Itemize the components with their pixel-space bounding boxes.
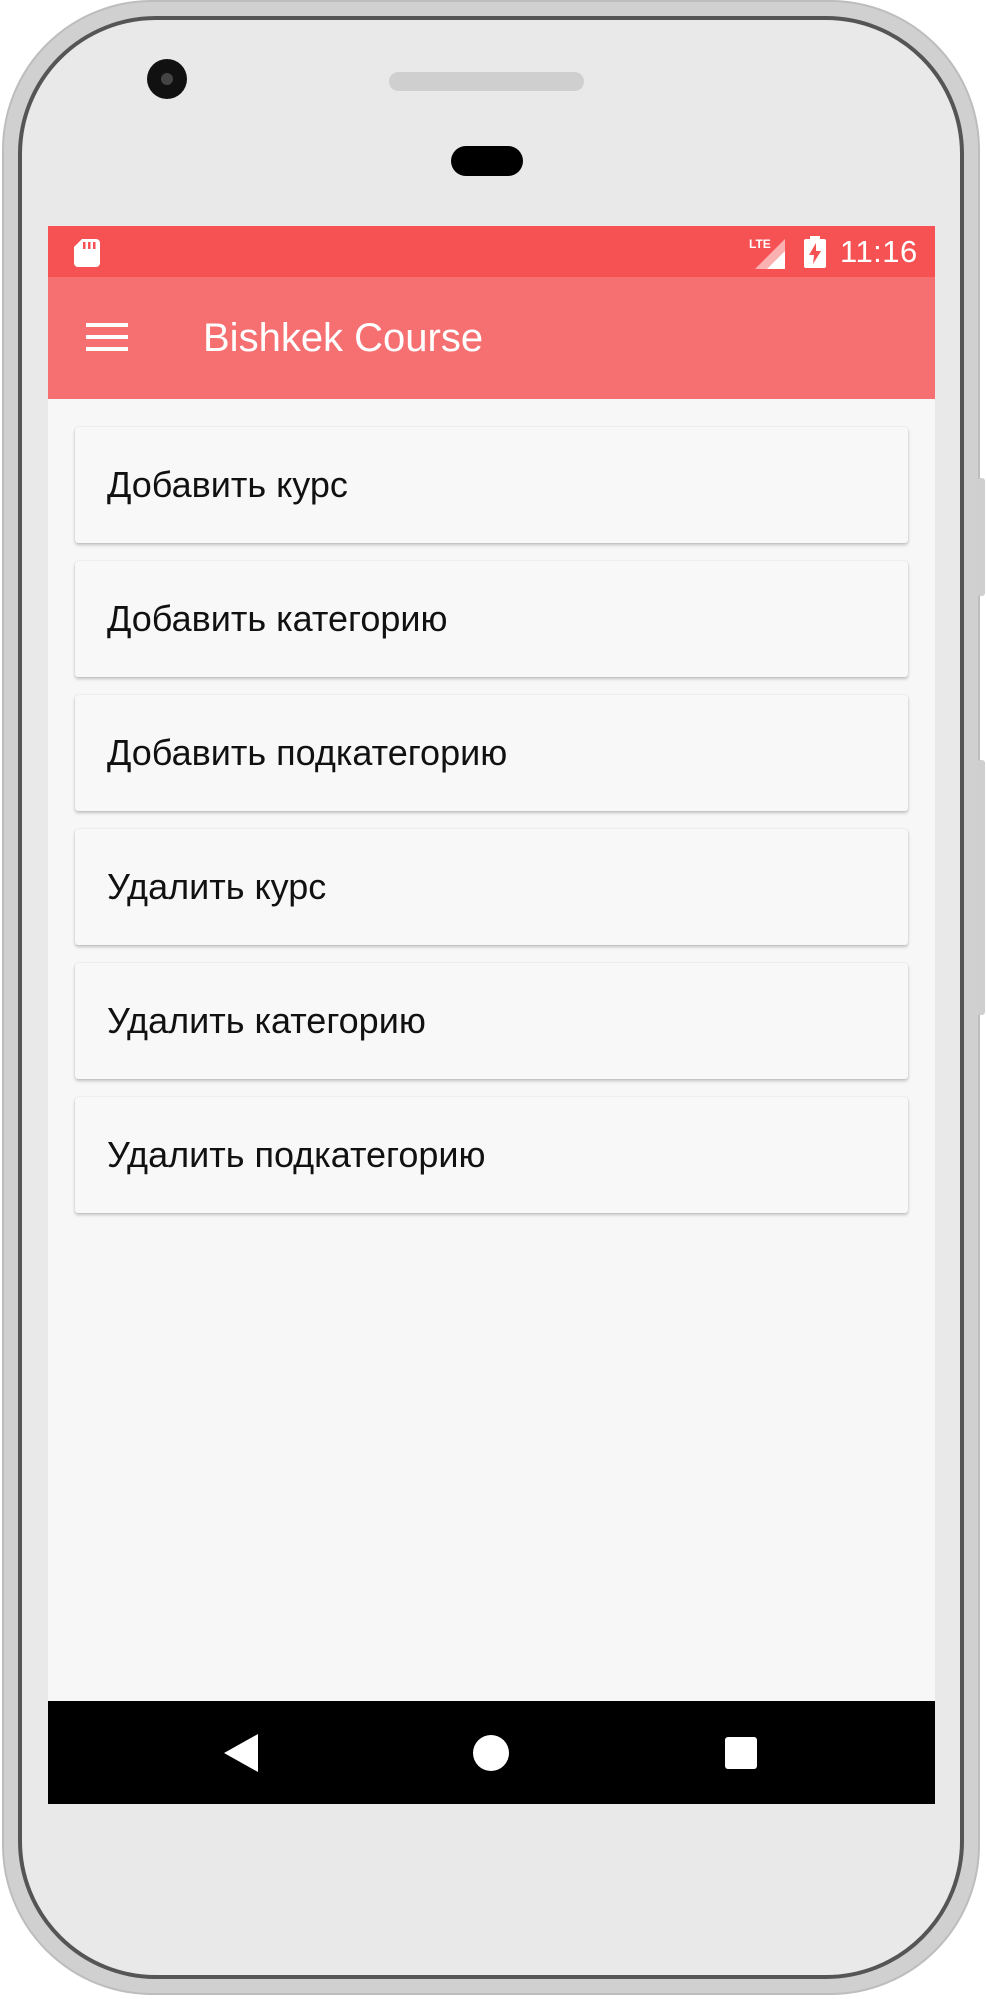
delete-course-button[interactable]: Удалить курс — [75, 829, 908, 945]
screen: LTE 11:16 Bishkek Course Добавить курс Д… — [48, 226, 935, 1804]
menu-item-label: Добавить подкатегорию — [107, 732, 508, 773]
lte-label: LTE — [749, 237, 771, 251]
delete-category-button[interactable]: Удалить категорию — [75, 963, 908, 1079]
menu-item-label: Добавить курс — [107, 464, 348, 505]
lte-signal-icon: LTE — [749, 237, 785, 269]
status-time: 11:16 — [840, 234, 918, 269]
hamburger-menu-icon[interactable] — [86, 321, 128, 353]
power-button — [977, 478, 985, 596]
sd-card-icon — [74, 239, 100, 267]
add-category-button[interactable]: Добавить категорию — [75, 561, 908, 677]
add-course-button[interactable]: Добавить курс — [75, 427, 908, 543]
proximity-sensor — [451, 146, 523, 176]
volume-button — [977, 760, 985, 1015]
app-title: Bishkek Course — [203, 316, 484, 360]
menu-item-label: Удалить категорию — [107, 1000, 426, 1041]
navigation-bar — [48, 1701, 935, 1804]
status-bar: LTE 11:16 — [48, 226, 935, 277]
back-icon[interactable] — [224, 1734, 260, 1772]
menu-item-label: Удалить подкатегорию — [107, 1134, 486, 1175]
menu-item-label: Добавить категорию — [107, 598, 448, 639]
menu-item-label: Удалить курс — [107, 866, 327, 907]
front-camera — [147, 59, 187, 99]
recents-icon[interactable] — [725, 1737, 757, 1769]
home-icon[interactable] — [473, 1735, 509, 1771]
battery-charging-icon — [804, 236, 826, 268]
earpiece-speaker — [389, 72, 584, 91]
delete-subcategory-button[interactable]: Удалить подкатегорию — [75, 1097, 908, 1213]
app-bar: Bishkek Course — [48, 277, 935, 399]
add-subcategory-button[interactable]: Добавить подкатегорию — [75, 695, 908, 811]
